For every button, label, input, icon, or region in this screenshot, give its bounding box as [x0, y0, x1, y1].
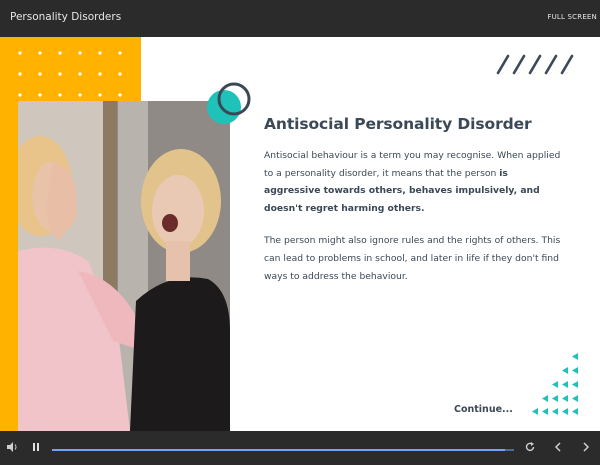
pause-icon[interactable]: [31, 441, 41, 453]
title-bar: Personality Disorders FULL SCREEN: [0, 0, 600, 37]
paragraph-definition-text: Antisocial behaviour is a term you may r…: [264, 150, 561, 179]
course-title: Personality Disorders: [10, 11, 122, 23]
progress-bar[interactable]: [52, 449, 514, 451]
paragraph-definition: Antisocial behaviour is a term you may r…: [264, 147, 564, 217]
replay-icon[interactable]: [524, 441, 536, 453]
previous-icon[interactable]: [553, 441, 563, 453]
slide-heading: Antisocial Personality Disorder: [264, 115, 532, 133]
slide-canvas: Antisocial Personality Disorder Antisoci…: [0, 37, 600, 431]
circle-decoration: [207, 82, 251, 124]
slide-photo: [18, 101, 230, 431]
progress-bar-fill: [52, 449, 505, 451]
slash-lines-decoration: [496, 54, 574, 75]
next-icon[interactable]: [581, 441, 591, 453]
continue-link[interactable]: Continue...: [454, 404, 513, 415]
fullscreen-button[interactable]: FULL SCREEN: [547, 13, 597, 21]
player-controls: [0, 431, 600, 465]
paragraph-consequences: The person might also ignore rules and t…: [264, 235, 561, 282]
volume-icon[interactable]: [6, 441, 18, 453]
triangle-arrows-decoration: [532, 353, 578, 415]
slide-text-content: Antisocial Personality Disorder Antisoci…: [264, 115, 564, 285]
